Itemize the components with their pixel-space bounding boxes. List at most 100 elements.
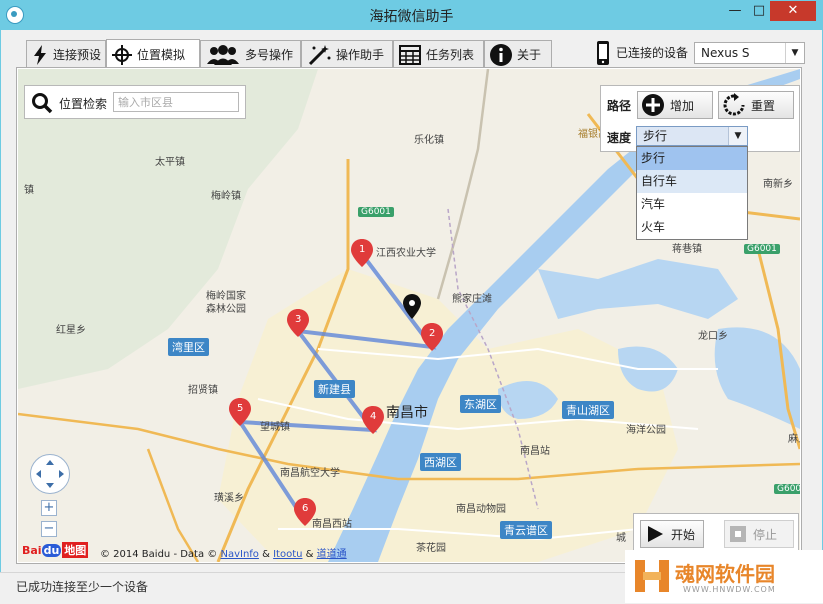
copyright-text: © 2014 Baidu - Data © — [100, 549, 218, 560]
add-button-label: 增加 — [670, 98, 695, 113]
window-title: 海拓微信助手 — [369, 9, 454, 25]
map-label: 太平镇 — [155, 157, 185, 168]
device-selected-value: Nexus S — [701, 46, 750, 60]
tab-label: 多号操作 — [245, 48, 294, 62]
highway-shield: G6001 — [358, 207, 394, 217]
map-label: 镇 — [24, 185, 34, 196]
route-marker-number: 6 — [302, 503, 309, 514]
baidu-logo-text: 地图 — [62, 542, 89, 558]
stop-button-label: 停止 — [753, 527, 778, 542]
tab-about[interactable]: 关于 — [484, 40, 552, 68]
tab-label: 位置模拟 — [137, 48, 186, 62]
stop-button[interactable]: 停止 — [724, 520, 794, 548]
phone-icon — [597, 41, 609, 65]
map-label: 龙口乡 — [698, 331, 728, 342]
speed-selected-value: 步行 — [643, 129, 668, 143]
watermark-logo-icon — [635, 560, 669, 592]
autonavi-link[interactable]: Itootu — [273, 549, 302, 560]
reset-route-button[interactable]: 重置 — [718, 91, 794, 119]
map-label: 红星乡 — [56, 325, 86, 336]
tab-location-sim[interactable]: 位置模拟 — [106, 39, 200, 69]
map-label: 望城镇 — [260, 422, 290, 433]
device-select[interactable]: Nexus S ▼ — [694, 42, 805, 64]
search-icon — [32, 93, 53, 114]
navinfo-link[interactable]: NavInfo — [220, 549, 258, 560]
map-label: 乐化镇 — [414, 135, 444, 146]
site-watermark: 魂网软件园 WWW.HNWDW.COM — [625, 550, 823, 603]
close-button[interactable]: ✕ — [770, 1, 816, 21]
district-badge: 青云谱区 — [500, 521, 552, 539]
map-copyright: © 2014 Baidu - Data © NavInfo & Itootu &… — [100, 545, 347, 560]
speed-option-train[interactable]: 火车 — [637, 216, 747, 239]
route-marker-number: 1 — [359, 244, 366, 255]
map-label: 南昌西站 — [312, 519, 352, 530]
tab-label: 操作助手 — [336, 48, 385, 62]
pan-arrows-icon — [36, 460, 64, 488]
location-search-panel: 位置检索 — [24, 85, 246, 119]
road — [436, 69, 490, 300]
map-label: 江西农业大学 — [376, 248, 436, 259]
map-pan-control[interactable] — [30, 454, 70, 494]
play-icon — [648, 526, 663, 542]
stop-icon — [730, 526, 746, 542]
speed-option-walk[interactable]: 步行 — [637, 147, 747, 170]
route-marker-number: 5 — [237, 403, 244, 414]
route-marker-number: 4 — [370, 411, 377, 422]
map-label: 招贤镇 — [188, 385, 218, 396]
district-badge: 东湖区 — [460, 395, 501, 413]
speed-label: 速度 — [607, 131, 632, 145]
lightning-icon — [34, 44, 46, 65]
table-icon — [399, 44, 421, 65]
baidu-map-logo: Bai du 地图 — [22, 542, 89, 558]
district-badge: 青山湖区 — [562, 401, 614, 419]
info-icon — [490, 43, 512, 66]
map-label: 森林公园 — [206, 304, 246, 315]
minimize-button[interactable]: — — [722, 1, 748, 21]
route-marker-number: 3 — [295, 314, 302, 325]
chevron-down-icon[interactable]: ▼ — [785, 43, 804, 63]
copyright-text: & — [262, 549, 270, 560]
lake — [714, 327, 800, 429]
start-button[interactable]: 开始 — [640, 520, 704, 548]
copyright-text: & — [305, 549, 314, 560]
route-marker-number: 2 — [429, 328, 436, 339]
baidu-logo-text: Bai — [22, 543, 42, 557]
map-label: 南昌动物园 — [456, 504, 506, 515]
refresh-icon — [723, 93, 745, 116]
route-label: 路径 — [607, 99, 632, 113]
tab-multi-account[interactable]: 多号操作 — [200, 40, 301, 68]
magic-wand-icon — [308, 44, 331, 65]
district-badge: 湾里区 — [168, 338, 209, 356]
zoom-out-button[interactable]: − — [41, 521, 57, 537]
users-icon — [207, 44, 239, 65]
chevron-down-icon[interactable]: ▼ — [728, 127, 747, 145]
zoom-in-button[interactable]: + — [41, 500, 57, 516]
map-label: 梅岭镇 — [211, 191, 241, 202]
map-label: 南昌站 — [520, 446, 550, 457]
map-label: 南昌航空大学 — [280, 468, 340, 479]
speed-option-car[interactable]: 汽车 — [637, 193, 747, 216]
search-label: 位置检索 — [59, 97, 108, 111]
search-input[interactable] — [113, 92, 239, 112]
map-label: 麻丘 — [788, 434, 800, 445]
map-label: 南新乡 — [763, 179, 793, 190]
watermark-url: WWW.HNWDW.COM — [683, 585, 776, 594]
tab-operation-helper[interactable]: 操作助手 — [301, 40, 393, 68]
maximize-button[interactable]: □ — [746, 1, 772, 21]
map-label: 璜溪乡 — [214, 493, 244, 504]
highway-shield: G6001 — [744, 244, 780, 254]
speed-select[interactable]: 步行 ▼ — [636, 126, 748, 146]
map-label: 蒋巷镇 — [672, 244, 702, 255]
river-branch — [538, 259, 738, 319]
add-route-point-button[interactable]: 增加 — [637, 91, 713, 119]
tab-connect-preset[interactable]: 连接预设 — [26, 40, 106, 68]
daodaotong-link[interactable]: 道道通 — [317, 549, 347, 560]
speed-option-bicycle[interactable]: 自行车 — [637, 170, 747, 193]
map-label: 南昌市 — [386, 405, 428, 421]
tab-label: 任务列表 — [426, 48, 475, 62]
connected-device-label: 已连接的设备 — [616, 46, 689, 60]
plus-circle-icon — [642, 94, 664, 116]
watermark-title: 魂网软件园 — [675, 562, 775, 586]
tab-label: 连接预设 — [53, 48, 102, 62]
tab-task-list[interactable]: 任务列表 — [393, 40, 484, 68]
